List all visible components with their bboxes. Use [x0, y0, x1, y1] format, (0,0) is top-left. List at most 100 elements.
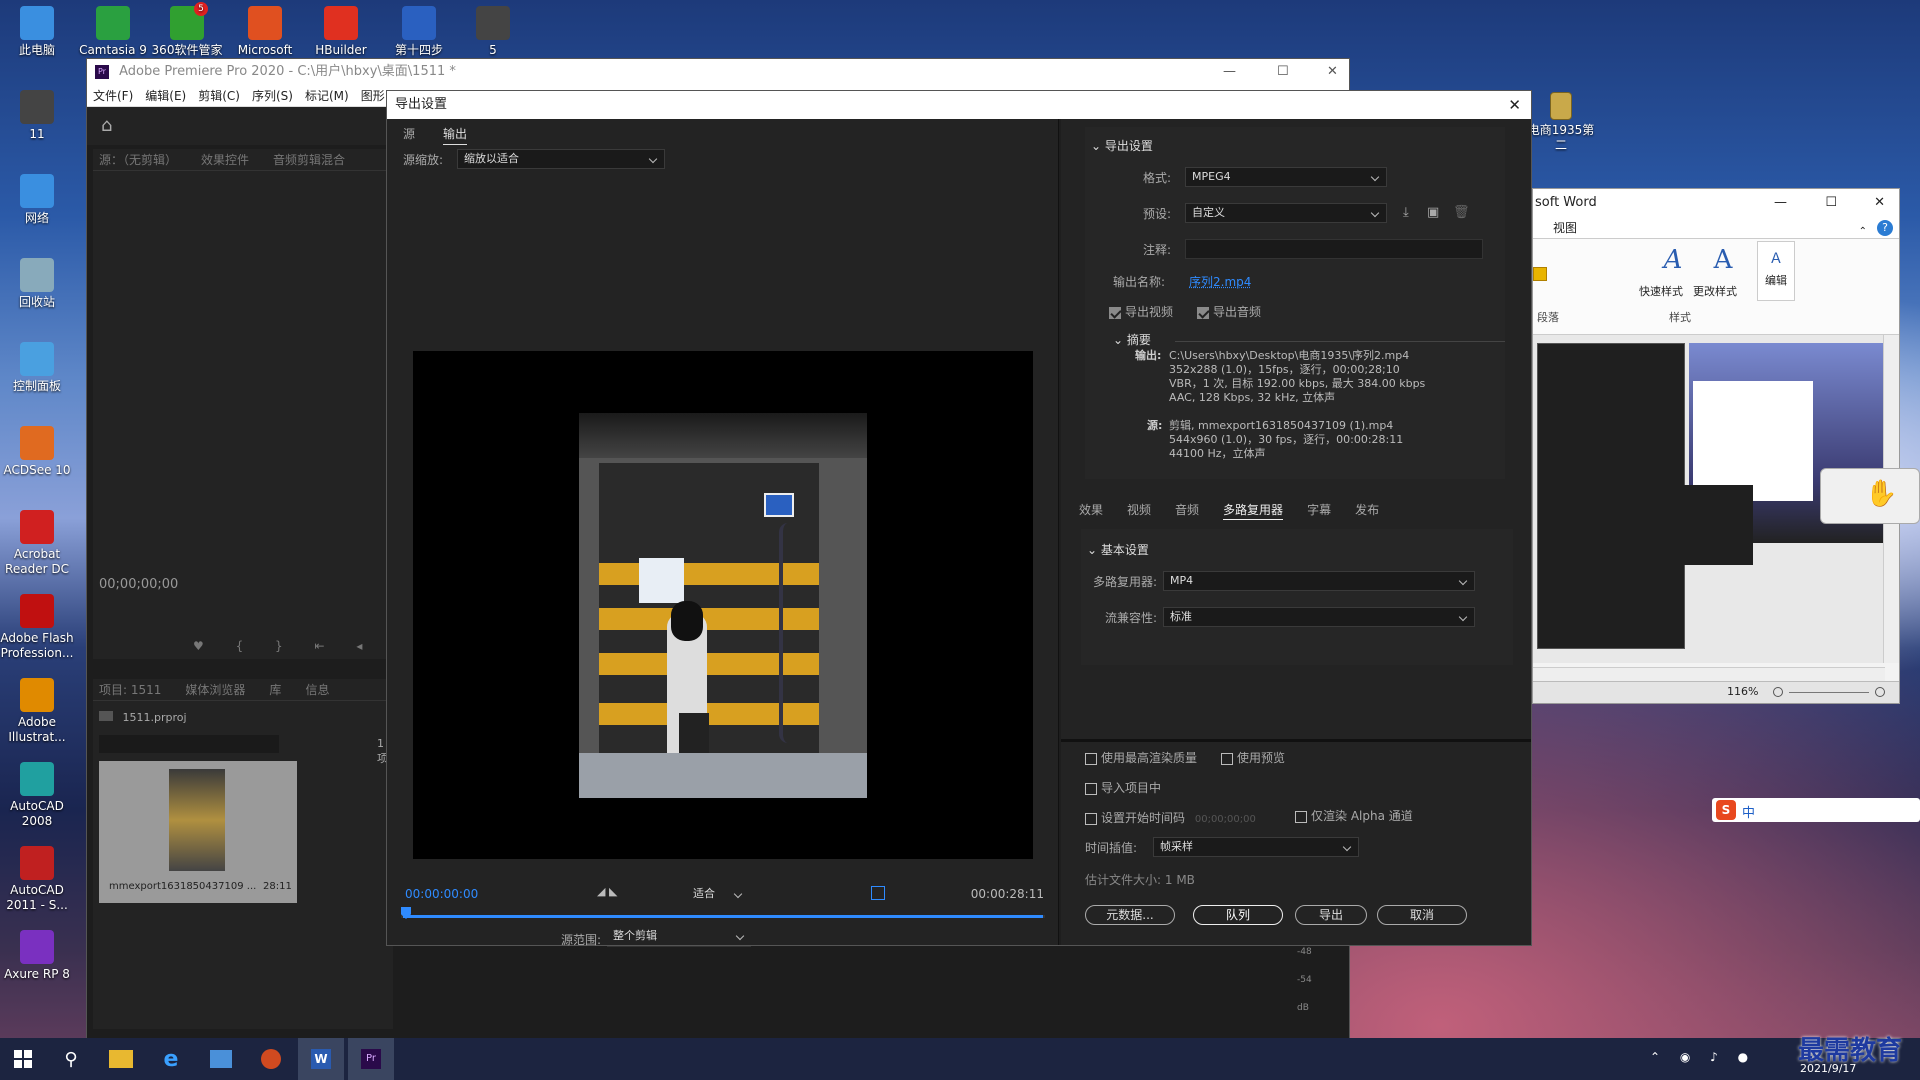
sogou-icon[interactable]: S — [1716, 800, 1736, 820]
time-interp-dropdown[interactable]: 帧采样 — [1153, 837, 1359, 857]
settings-tab[interactable]: 发布 — [1355, 503, 1379, 517]
word-minimize-button[interactable]: — — [1774, 189, 1787, 217]
format-dropdown[interactable]: MPEG4 — [1185, 167, 1387, 187]
desktop-icon[interactable]: ACDSee 10 — [0, 426, 74, 478]
help-icon[interactable]: ? — [1877, 220, 1893, 236]
menu-item[interactable]: 标记(M) — [305, 89, 349, 103]
quick-style-button[interactable]: A — [1653, 245, 1693, 275]
taskbar-powerpoint[interactable] — [248, 1038, 294, 1080]
desktop-icon[interactable]: 此电脑 — [0, 6, 74, 58]
alpha-only-checkbox[interactable]: 仅渲染 Alpha 通道 — [1295, 807, 1413, 824]
source-transport-controls[interactable]: ♥ { } ⇤ ◂ — [193, 639, 376, 653]
settings-tab[interactable]: 多路复用器 — [1223, 503, 1284, 520]
settings-tab[interactable]: 字幕 — [1307, 503, 1331, 517]
export-button[interactable]: 导出 — [1295, 905, 1367, 925]
taskbar-photos[interactable] — [198, 1038, 244, 1080]
tab-source[interactable]: 源 — [403, 125, 415, 142]
export-settings-dialog[interactable]: 导出设置 ✕ 源 输出 源缩放: 缩放以适合 00:00:00:00 ◢ ◣ 适… — [386, 90, 1532, 947]
desktop-icon[interactable]: 回收站 — [0, 258, 74, 310]
word-window[interactable]: soft Word — ☐ ✕ 视图 ⌃ ? 段落 A 快速样式 A 更改样式 … — [1532, 188, 1900, 704]
preset-dropdown[interactable]: 自定义 — [1185, 203, 1387, 223]
panel-tab[interactable]: 音频剪辑混合 — [273, 153, 345, 167]
max-render-checkbox[interactable]: 使用最高渲染质量 — [1085, 749, 1197, 766]
set-start-timecode-checkbox[interactable]: 设置开始时间码 00;00;00;00 — [1085, 809, 1256, 826]
desktop-icon[interactable]: Acrobat Reader DC — [0, 510, 74, 577]
zoom-slider[interactable] — [1789, 692, 1869, 693]
export-settings-header[interactable]: ⌄ 导出设置 — [1091, 137, 1153, 154]
desktop-icon[interactable]: 第十四步 — [382, 6, 456, 58]
search-icon[interactable]: ⚲ — [48, 1038, 94, 1080]
multiplexer-dropdown[interactable]: MP4 — [1163, 571, 1475, 591]
premiere-maximize-button[interactable]: ☐ — [1277, 59, 1289, 85]
system-tray[interactable]: ⌃ ◉ ♪ ● — [1650, 1050, 1756, 1064]
zoom-out-icon[interactable] — [1773, 687, 1783, 697]
aspect-toggle-icon[interactable] — [871, 886, 885, 900]
desktop-icon[interactable]: 5 — [456, 6, 530, 58]
playback-track[interactable] — [401, 907, 1045, 927]
clip-thumbnail-card[interactable]: mmexport1631850437109 ... 28:11 — [99, 761, 297, 903]
desktop-icon[interactable]: Axure RP 8 — [0, 930, 74, 982]
word-maximize-button[interactable]: ☐ — [1825, 189, 1837, 217]
word-horizontal-scrollbar[interactable] — [1533, 667, 1885, 681]
metadata-button[interactable]: 元数据... — [1085, 905, 1175, 925]
stream-compat-dropdown[interactable]: 标准 — [1163, 607, 1475, 627]
panel-tab[interactable]: 项目: 1511 — [99, 683, 161, 697]
desktop-icon[interactable]: Adobe Illustrat... — [0, 678, 74, 745]
basic-settings-header[interactable]: ⌄ 基本设置 — [1087, 541, 1149, 558]
premiere-minimize-button[interactable]: — — [1223, 59, 1236, 85]
taskbar-explorer[interactable] — [98, 1038, 144, 1080]
start-timecode-value[interactable]: 00;00;00;00 — [1195, 814, 1256, 825]
export-video-checkbox[interactable]: 导出视频 — [1109, 303, 1173, 320]
import-project-checkbox[interactable]: 导入项目中 — [1085, 779, 1161, 796]
comment-input[interactable] — [1185, 239, 1483, 259]
desktop-icon[interactable]: Adobe Flash Profession... — [0, 594, 74, 661]
panel-tab[interactable]: 媒体浏览器 — [185, 683, 245, 697]
export-close-button[interactable]: ✕ — [1508, 91, 1521, 119]
summary-header[interactable]: ⌄ 摘要 — [1113, 331, 1151, 348]
fit-dropdown[interactable]: 适合 — [687, 885, 749, 903]
zoom-in-icon[interactable] — [1875, 687, 1885, 697]
menu-item[interactable]: 编辑(E) — [145, 89, 186, 103]
menu-item[interactable]: 序列(S) — [252, 89, 293, 103]
panel-tab[interactable]: 库 — [269, 683, 281, 697]
desktop-icon[interactable]: HBuilder — [304, 6, 378, 58]
taskbar-word[interactable]: W — [298, 1038, 344, 1080]
settings-tab[interactable]: 视频 — [1127, 503, 1151, 517]
export-audio-checkbox[interactable]: 导出音频 — [1197, 303, 1261, 320]
source-range-dropdown[interactable]: 整个剪辑 — [607, 927, 751, 947]
desktop-icon-folder[interactable]: 电商1935第二 — [1526, 92, 1596, 153]
edit-button[interactable]: Ａ 编辑 — [1757, 241, 1795, 301]
mark-in-icon[interactable]: ◢ ◣ — [597, 885, 617, 898]
menu-item[interactable]: 文件(F) — [93, 89, 133, 103]
taskbar-edge[interactable]: e — [148, 1038, 194, 1080]
premiere-close-button[interactable]: ✕ — [1327, 59, 1338, 85]
use-preview-checkbox[interactable]: 使用预览 — [1221, 749, 1285, 766]
desktop-icon[interactable]: Microsoft — [228, 6, 302, 58]
desktop-icon[interactable]: AutoCAD 2011 - S... — [0, 846, 74, 913]
hand-icon[interactable]: ✋ — [1865, 479, 1897, 509]
cancel-button[interactable]: 取消 — [1377, 905, 1467, 925]
queue-button[interactable]: 队列 — [1193, 905, 1283, 925]
timecode-in[interactable]: 00:00:00:00 — [405, 887, 478, 901]
save-preset-icon[interactable]: ⤓ — [1403, 205, 1409, 220]
desktop-icon[interactable]: 控制面板 — [0, 342, 74, 394]
desktop-icon[interactable]: 网络 — [0, 174, 74, 226]
desktop-icon[interactable]: AutoCAD 2008 — [0, 762, 74, 829]
menu-item[interactable]: 图形 — [361, 89, 385, 103]
settings-tab[interactable]: 效果 — [1079, 503, 1103, 517]
tab-output[interactable]: 输出 — [443, 125, 468, 145]
home-icon[interactable]: ⌂ — [101, 115, 112, 136]
panel-tab[interactable]: 效果控件 — [201, 153, 249, 167]
ime-toolbar[interactable]: S 中 — [1712, 798, 1920, 822]
ime-mode-label[interactable]: 中 — [1742, 802, 1755, 821]
project-search-input[interactable] — [99, 735, 279, 753]
output-name-link[interactable]: 序列2.mp4 — [1189, 273, 1251, 290]
change-style-button[interactable]: A — [1703, 245, 1743, 275]
word-tab-view[interactable]: 视图 — [1553, 221, 1577, 235]
desktop-icon[interactable]: 5 360软件管家 — [150, 2, 224, 58]
desktop-icon[interactable]: Camtasia 9 — [76, 6, 150, 58]
align-icon[interactable] — [1533, 267, 1547, 281]
import-preset-icon[interactable]: ▣ — [1427, 205, 1439, 220]
word-close-button[interactable]: ✕ — [1874, 189, 1885, 217]
start-button[interactable] — [0, 1038, 46, 1080]
